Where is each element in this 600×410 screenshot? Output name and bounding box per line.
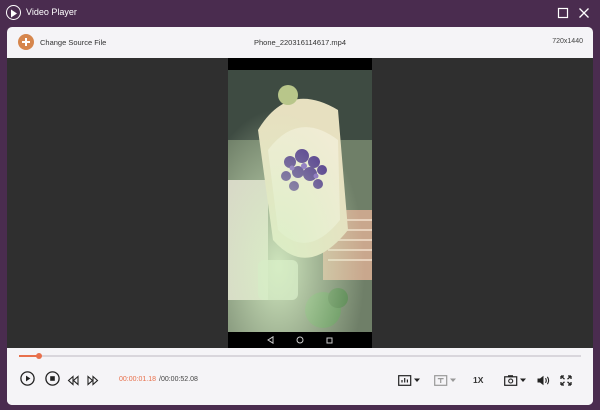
window-title: Video Player <box>26 7 77 17</box>
home-circle-icon <box>296 336 304 344</box>
rewind-icon[interactable] <box>67 373 79 391</box>
total-time: /00:00:52.08 <box>159 376 198 383</box>
fullscreen-icon[interactable] <box>560 373 572 391</box>
back-triangle-icon <box>267 336 274 344</box>
video-image <box>228 70 372 332</box>
current-time: 00:00:01.18 <box>119 376 156 383</box>
recents-square-icon <box>326 337 333 343</box>
play-circle-icon <box>6 5 21 20</box>
fast-forward-icon[interactable] <box>87 373 99 391</box>
progress-thumb[interactable] <box>36 353 43 359</box>
speed-button[interactable]: 1X <box>473 375 483 385</box>
maximize-icon[interactable] <box>556 6 570 20</box>
video-area[interactable] <box>7 58 593 348</box>
file-name: Phone_220316114617.mp4 <box>253 38 347 47</box>
audio-track-icon[interactable] <box>398 373 422 391</box>
resolution-label: 720x1440 <box>552 38 583 45</box>
progress-bar[interactable] <box>19 353 581 359</box>
playback-controls: 00:00:01.18 /00:00:52.08 1X <box>7 348 593 405</box>
play-icon[interactable] <box>20 371 35 391</box>
title-bar: Video Player <box>0 0 600 26</box>
video-frame <box>228 58 372 348</box>
subtitle-icon[interactable] <box>434 373 458 391</box>
camera-icon[interactable] <box>504 373 528 391</box>
volume-icon[interactable] <box>537 373 550 391</box>
stop-icon[interactable] <box>45 371 60 391</box>
close-icon[interactable] <box>577 6 591 20</box>
top-toolbar: Change Source File Phone_220316114617.mp… <box>7 27 593 58</box>
player-panel: Change Source File Phone_220316114617.mp… <box>7 27 593 405</box>
phone-nav-bar <box>228 332 372 348</box>
